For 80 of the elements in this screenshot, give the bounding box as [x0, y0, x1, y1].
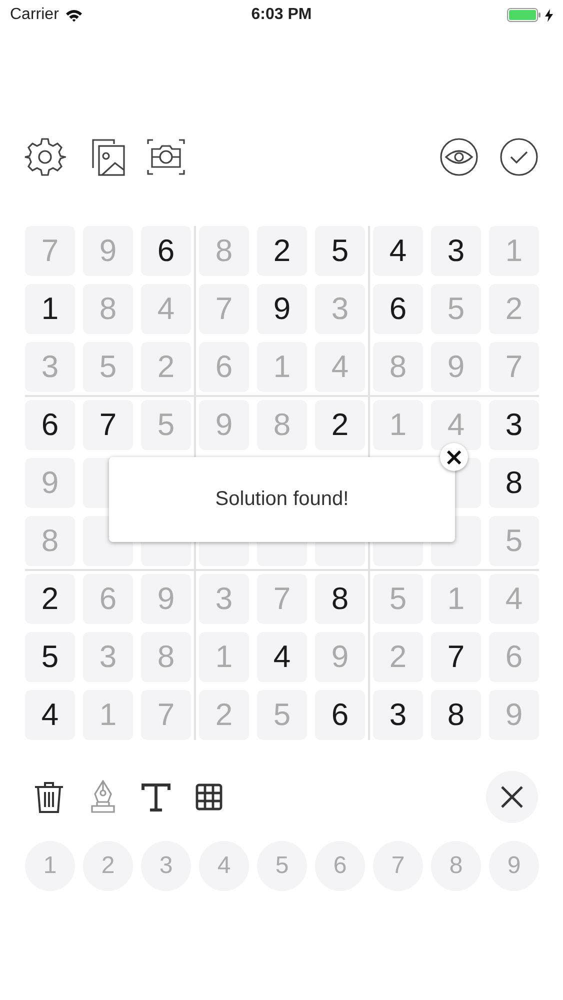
sudoku-cell[interactable]: 5 — [373, 574, 423, 624]
sudoku-cell[interactable]: 7 — [141, 690, 191, 740]
sudoku-cell[interactable]: 5 — [257, 690, 307, 740]
sudoku-cell[interactable]: 6 — [373, 284, 423, 334]
sudoku-cell[interactable]: 5 — [315, 226, 365, 276]
sudoku-cell[interactable]: 3 — [373, 690, 423, 740]
sudoku-cell[interactable]: 9 — [141, 574, 191, 624]
eye-button[interactable] — [439, 137, 479, 177]
sudoku-cell[interactable]: 4 — [373, 226, 423, 276]
sudoku-cell[interactable]: 2 — [315, 400, 365, 450]
sudoku-cell[interactable]: 7 — [257, 574, 307, 624]
sudoku-cell[interactable]: 2 — [257, 226, 307, 276]
camera-scan-button[interactable] — [146, 137, 186, 177]
sudoku-cell[interactable]: 7 — [25, 226, 75, 276]
sudoku-cell[interactable]: 1 — [431, 574, 481, 624]
sudoku-cell[interactable]: 2 — [199, 690, 249, 740]
sudoku-cell[interactable]: 5 — [83, 342, 133, 392]
sudoku-cell[interactable]: 1 — [373, 400, 423, 450]
sudoku-cell[interactable]: 7 — [83, 400, 133, 450]
sudoku-cell[interactable]: 9 — [489, 690, 539, 740]
sudoku-cell[interactable]: 3 — [199, 574, 249, 624]
sudoku-cell[interactable]: 2 — [25, 574, 75, 624]
sudoku-cell[interactable]: 9 — [199, 400, 249, 450]
sudoku-cell[interactable]: 3 — [83, 632, 133, 682]
sudoku-cell[interactable]: 5 — [25, 632, 75, 682]
sudoku-cell[interactable]: 8 — [141, 632, 191, 682]
alert-message: Solution found! — [215, 488, 349, 511]
sudoku-cell[interactable]: 1 — [489, 226, 539, 276]
sudoku-cell[interactable]: 2 — [373, 632, 423, 682]
sudoku-cell[interactable]: 5 — [141, 400, 191, 450]
sudoku-cell[interactable]: 6 — [83, 574, 133, 624]
sudoku-cell[interactable]: 8 — [373, 342, 423, 392]
sudoku-cell[interactable]: 5 — [431, 284, 481, 334]
sudoku-cell[interactable]: 6 — [199, 342, 249, 392]
battery-icon — [507, 8, 541, 22]
settings-button[interactable] — [24, 136, 66, 178]
sudoku-cell[interactable]: 6 — [25, 400, 75, 450]
sudoku-cell[interactable]: 9 — [315, 632, 365, 682]
carrier-label: Carrier — [10, 6, 59, 24]
sudoku-cell[interactable]: 4 — [25, 690, 75, 740]
close-icon — [500, 785, 524, 809]
sudoku-cell[interactable]: 8 — [257, 400, 307, 450]
sudoku-cell[interactable]: 2 — [141, 342, 191, 392]
sudoku-cell[interactable]: 1 — [199, 632, 249, 682]
sudoku-cell[interactable]: 4 — [489, 574, 539, 624]
sudoku-cell[interactable]: 7 — [489, 342, 539, 392]
grid-button[interactable] — [195, 783, 223, 811]
sudoku-cell[interactable]: 1 — [25, 284, 75, 334]
sudoku-cell[interactable]: 8 — [489, 458, 539, 508]
sudoku-cell[interactable]: 9 — [83, 226, 133, 276]
check-button[interactable] — [499, 137, 539, 177]
sudoku-cell[interactable]: 8 — [199, 226, 249, 276]
sudoku-cell[interactable]: 2 — [489, 284, 539, 334]
sudoku-cell[interactable]: 8 — [25, 516, 75, 566]
sudoku-cell[interactable]: 7 — [199, 284, 249, 334]
wifi-icon — [64, 8, 83, 22]
sudoku-cell[interactable]: 4 — [431, 400, 481, 450]
sudoku-cell[interactable]: 8 — [83, 284, 133, 334]
text-tool-button[interactable] — [141, 782, 171, 812]
sudoku-cell[interactable]: 8 — [315, 574, 365, 624]
sudoku-cell[interactable]: 9 — [431, 342, 481, 392]
sudoku-cell[interactable]: 3 — [315, 284, 365, 334]
sudoku-cell[interactable]: 7 — [431, 632, 481, 682]
sudoku-cell[interactable]: 3 — [431, 226, 481, 276]
sudoku-cell[interactable]: 6 — [489, 632, 539, 682]
sudoku-cell[interactable]: 5 — [489, 516, 539, 566]
sudoku-cell[interactable]: 6 — [141, 226, 191, 276]
clock-time: 6:03 PM — [251, 6, 312, 24]
sudoku-cell[interactable]: 6 — [315, 690, 365, 740]
sudoku-cell[interactable]: 4 — [257, 632, 307, 682]
sudoku-cell[interactable]: 1 — [257, 342, 307, 392]
trash-button[interactable] — [33, 780, 65, 814]
sudoku-cell[interactable]: 9 — [257, 284, 307, 334]
sudoku-cell[interactable]: 3 — [489, 400, 539, 450]
sudoku-cell[interactable]: 3 — [25, 342, 75, 392]
sudoku-cell[interactable]: 8 — [431, 690, 481, 740]
sudoku-cell[interactable]: 4 — [141, 284, 191, 334]
sudoku-cell[interactable]: 1 — [83, 690, 133, 740]
sudoku-cell[interactable]: 9 — [25, 458, 75, 508]
sudoku-cell[interactable]: 4 — [315, 342, 365, 392]
